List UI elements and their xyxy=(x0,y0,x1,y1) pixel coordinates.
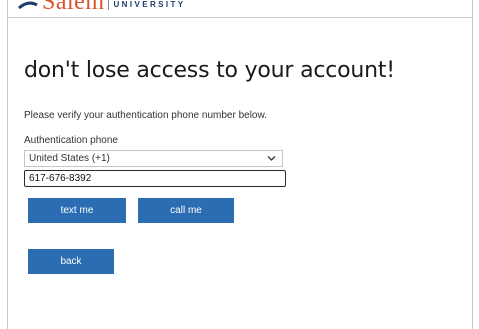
logo-subtitle: UNIVERSITY xyxy=(113,0,186,9)
chevron-down-icon xyxy=(267,156,276,161)
logo-divider xyxy=(107,0,109,10)
university-logo: Salem UNIVERSITY xyxy=(18,0,186,15)
instruction-text: Please verify your authentication phone … xyxy=(24,110,267,121)
country-code-value: United States (+1) xyxy=(29,153,110,164)
logo-mark-icon xyxy=(18,1,38,10)
call-me-button[interactable]: call me xyxy=(138,198,234,223)
text-me-button[interactable]: text me xyxy=(28,198,126,223)
country-code-select[interactable]: United States (+1) xyxy=(24,150,283,167)
header-divider xyxy=(8,17,472,18)
phone-number-input[interactable] xyxy=(24,170,286,187)
authentication-phone-label: Authentication phone xyxy=(24,135,118,146)
page-title: don't lose access to your account! xyxy=(24,58,395,83)
logo-name: Salem xyxy=(42,0,105,15)
back-button[interactable]: back xyxy=(28,249,114,274)
